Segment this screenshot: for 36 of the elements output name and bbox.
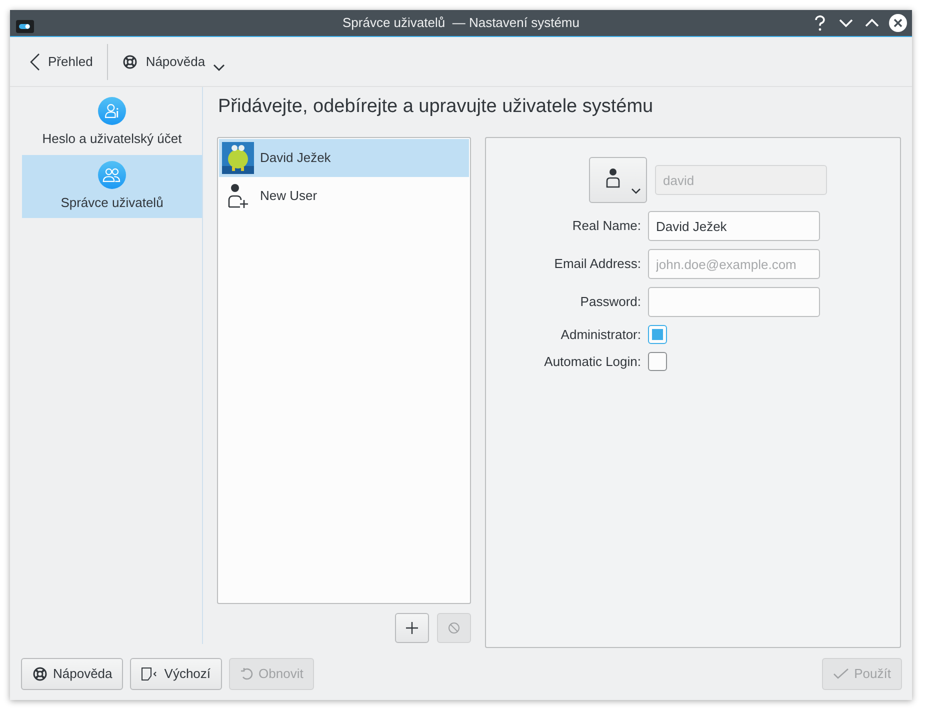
plus-icon bbox=[405, 621, 419, 635]
back-button[interactable]: Přehled bbox=[22, 44, 101, 80]
sidebar-item[interactable]: Správce uživatelů bbox=[22, 154, 202, 218]
back-icon bbox=[30, 52, 40, 70]
caret-icon bbox=[631, 188, 641, 194]
page-heading: Přidávejte, odebírejte a upravujte uživatele systému bbox=[218, 95, 654, 119]
help-button[interactable]: Nápověda bbox=[21, 658, 124, 690]
user-icon bbox=[606, 168, 620, 188]
lifebuoy-icon bbox=[122, 54, 138, 70]
help-menu-button[interactable]: Nápověda bbox=[114, 44, 234, 80]
checkmark-icon bbox=[833, 668, 850, 680]
caret-icon bbox=[213, 64, 226, 72]
sidebar-item[interactable]: Heslo a uživatelský účet bbox=[22, 91, 202, 154]
document-icon bbox=[141, 667, 160, 681]
input-field[interactable]: David Ježek bbox=[648, 211, 820, 241]
checkbox-label: Automatic Login: bbox=[543, 352, 642, 371]
avatar-button[interactable] bbox=[589, 157, 647, 203]
user-list-item[interactable]: David Ježek bbox=[219, 139, 469, 177]
checkbox-label: Administrator: bbox=[560, 326, 642, 344]
input-field[interactable]: john.doe@example.com bbox=[648, 249, 820, 279]
checkbox[interactable] bbox=[648, 352, 667, 371]
field-label: Password: bbox=[579, 293, 642, 312]
undo-icon bbox=[240, 667, 254, 681]
users-icon bbox=[98, 160, 126, 188]
lifebuoy-icon bbox=[32, 666, 48, 682]
field-label: Email Address: bbox=[553, 255, 642, 274]
add-button[interactable] bbox=[395, 613, 429, 643]
checkbox[interactable] bbox=[648, 325, 667, 344]
blocked-icon bbox=[448, 622, 460, 634]
window-title: Správce uživatelů — Nastavení systému bbox=[342, 14, 580, 32]
defaults-button[interactable]: Výchozí bbox=[130, 658, 222, 690]
input-field[interactable] bbox=[648, 287, 820, 317]
close-icon[interactable] bbox=[889, 14, 907, 32]
field-label: Real Name: bbox=[571, 217, 642, 236]
user-icon bbox=[98, 97, 126, 125]
user-list-item[interactable]: New User bbox=[219, 177, 469, 215]
